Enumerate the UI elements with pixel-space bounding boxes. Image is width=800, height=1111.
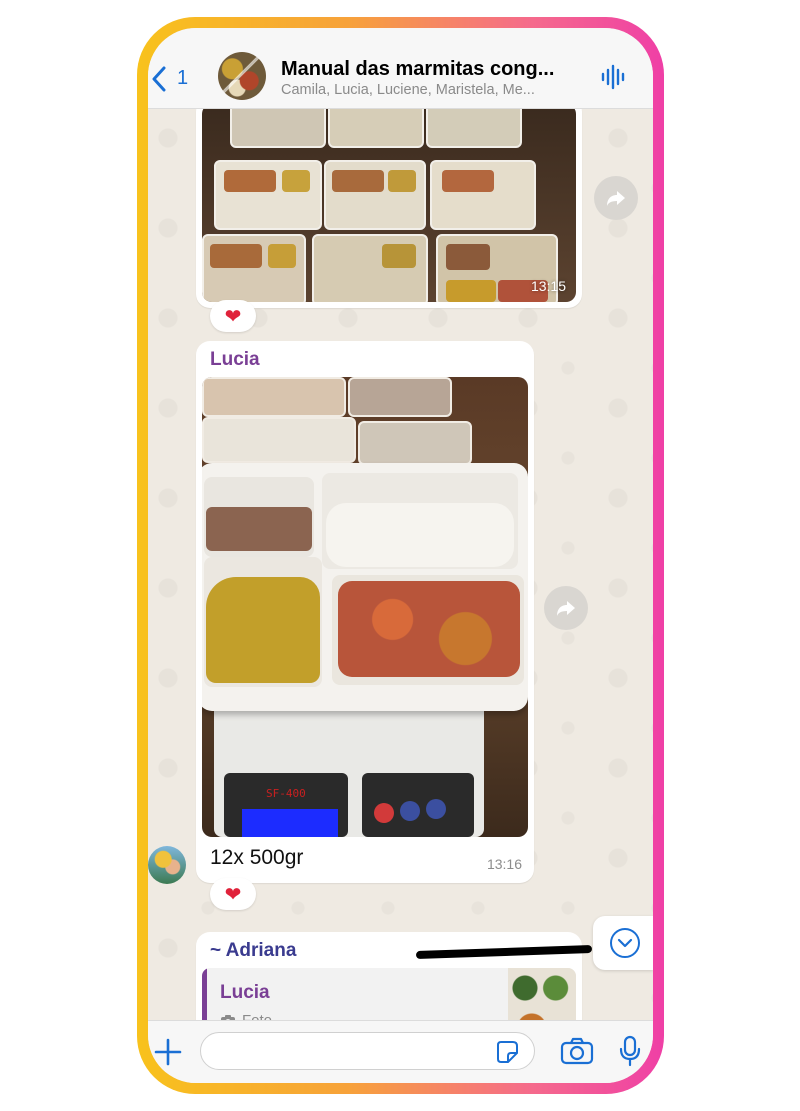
food-accent xyxy=(282,170,310,192)
forward-icon xyxy=(607,191,625,206)
beans xyxy=(206,507,312,551)
tray xyxy=(426,104,522,148)
food-accent xyxy=(224,170,276,192)
message-input[interactable] xyxy=(200,1032,535,1070)
sticker-icon[interactable] xyxy=(494,1039,520,1065)
chevron-left-icon[interactable] xyxy=(150,66,168,92)
redaction-bar xyxy=(415,944,593,960)
group-members[interactable]: Camila, Lucia, Luciene, Maristela, Me... xyxy=(281,82,535,98)
reaction-badge[interactable]: ❤ xyxy=(210,878,256,910)
food-accent xyxy=(446,280,496,302)
scale-screen xyxy=(242,809,338,837)
chat-header: 1 Manual das marmitas cong... Camila, Lu… xyxy=(148,28,653,109)
group-avatar[interactable] xyxy=(218,52,266,100)
tray xyxy=(230,104,326,148)
scale-button xyxy=(400,801,420,821)
forward-button[interactable] xyxy=(594,176,638,220)
quoted-sender: Lucia xyxy=(220,982,270,1003)
food-accent xyxy=(210,244,262,268)
sender-name[interactable]: ~ Adriana xyxy=(210,940,296,962)
message-caption: 12x 500gr xyxy=(210,846,304,869)
tray xyxy=(358,421,472,465)
chicken xyxy=(338,581,520,677)
scroll-to-bottom-button[interactable] xyxy=(593,916,653,970)
heart-icon: ❤ xyxy=(224,882,242,906)
food-accent xyxy=(268,244,296,268)
rice xyxy=(326,503,514,567)
audio-wave-icon[interactable] xyxy=(600,64,626,90)
forward-button[interactable] xyxy=(544,586,588,630)
sender-avatar[interactable] xyxy=(148,846,186,884)
unread-count[interactable]: 1 xyxy=(177,67,188,90)
photo-message[interactable]: SF-400 xyxy=(202,377,528,837)
scale-button xyxy=(374,803,394,823)
heart-icon: ❤ xyxy=(224,304,242,328)
photo-message[interactable]: 13:15 xyxy=(202,104,576,302)
tray xyxy=(348,377,452,417)
message-time: 13:15 xyxy=(530,278,566,294)
forward-icon xyxy=(557,601,575,616)
food-accent xyxy=(332,170,384,192)
food-accent xyxy=(442,170,494,192)
chevron-down-icon xyxy=(610,928,640,958)
food-accent xyxy=(446,244,490,270)
lentils xyxy=(206,577,320,683)
sender-name[interactable]: Lucia xyxy=(210,349,260,371)
scale-button xyxy=(426,799,446,819)
message-time: 13:16 xyxy=(486,856,522,872)
message-bubble[interactable]: 13:15 xyxy=(196,98,582,308)
plus-icon[interactable] xyxy=(153,1037,183,1067)
camera-icon[interactable] xyxy=(560,1037,594,1065)
tray xyxy=(202,417,356,463)
group-title[interactable]: Manual das marmitas cong... xyxy=(281,58,554,81)
tray xyxy=(202,377,346,417)
scale-label: SF-400 xyxy=(266,787,306,800)
reaction-badge[interactable]: ❤ xyxy=(210,300,256,332)
tray xyxy=(328,104,424,148)
food-accent xyxy=(388,170,416,192)
food-accent xyxy=(382,244,416,268)
microphone-icon[interactable] xyxy=(618,1035,642,1067)
input-bar xyxy=(148,1020,653,1083)
message-bubble[interactable]: Lucia SF-400 12x 500gr 13:16 xyxy=(196,341,534,883)
chat-screen: 1 Manual das marmitas cong... Camila, Lu… xyxy=(148,28,653,1083)
